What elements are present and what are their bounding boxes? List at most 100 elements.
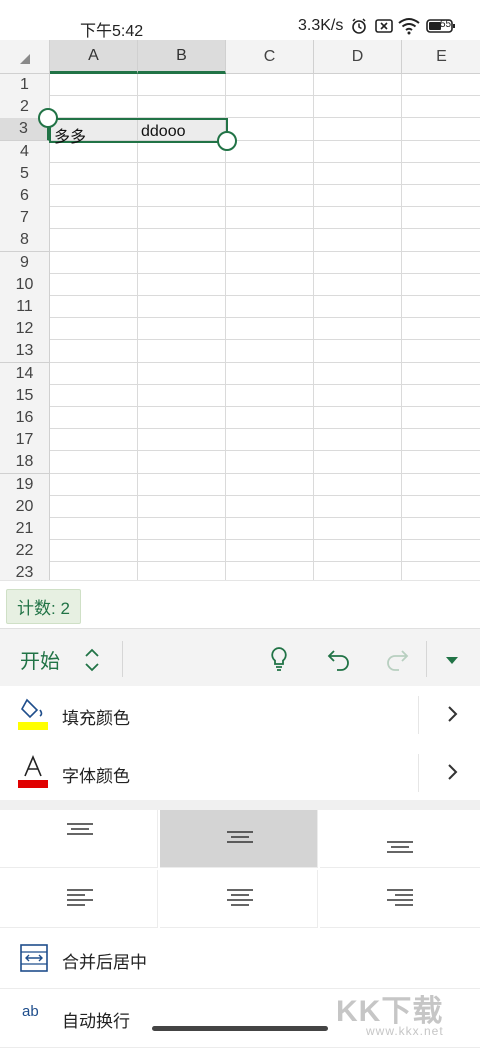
grid-line (50, 95, 480, 97)
wrap-text-icon: ab (22, 1003, 39, 1020)
row-header-17[interactable]: 17 (0, 429, 50, 453)
grid-line (137, 74, 138, 580)
grid-line (50, 383, 480, 385)
ribbon-tab-home[interactable]: 开始 (20, 645, 60, 674)
align-right-button[interactable] (320, 870, 480, 928)
select-all-corner[interactable] (0, 40, 50, 74)
home-indicator[interactable] (152, 1026, 328, 1031)
merge-center-icon (20, 944, 48, 977)
row-header-18[interactable]: 18 (0, 451, 50, 475)
row-header-13[interactable]: 13 (0, 340, 50, 364)
selection-handle-end[interactable] (217, 131, 237, 151)
row-header-21[interactable]: 21 (0, 518, 50, 541)
row-header-6[interactable]: 6 (0, 185, 50, 208)
redo-icon[interactable] (384, 645, 410, 678)
battery-level: 55 (440, 19, 452, 30)
row-divider (418, 696, 419, 734)
row-header-12[interactable]: 12 (0, 318, 50, 342)
toolbar-divider (122, 641, 123, 677)
row-header-4[interactable]: 4 (0, 140, 50, 164)
font-color-row[interactable]: 字体颜色 (0, 744, 480, 803)
row-header-19[interactable]: 19 (0, 473, 50, 497)
wifi-icon (398, 17, 420, 40)
network-speed: 3.3K/s (298, 17, 344, 34)
row-header-16[interactable]: 16 (0, 407, 50, 430)
align-bottom-icon (387, 841, 413, 853)
align-top-icon (67, 823, 93, 835)
chevron-right-icon[interactable] (446, 704, 458, 729)
merge-center-label: 合并后居中 (62, 953, 147, 972)
grid-line (50, 517, 480, 518)
grid-line (50, 361, 480, 363)
column-header-b[interactable]: B (138, 40, 226, 74)
grid-line (50, 406, 480, 407)
font-color-label: 字体颜色 (62, 767, 130, 786)
align-center-icon (227, 889, 253, 906)
align-top-button[interactable] (0, 810, 158, 868)
row-header-23[interactable]: 23 (0, 562, 50, 580)
grid-line (50, 494, 480, 496)
grid-line (50, 472, 480, 474)
row-header-20[interactable]: 20 (0, 495, 50, 519)
wrap-text-label: 自动换行 (62, 1012, 130, 1031)
grid-line (50, 272, 480, 274)
column-header-e[interactable]: E (402, 40, 480, 74)
sim-off-icon (374, 17, 394, 40)
count-badge: 计数: 2 (6, 589, 81, 624)
row-header-14[interactable]: 14 (0, 362, 50, 386)
column-header-a[interactable]: A (50, 40, 138, 74)
grid-line (50, 317, 480, 319)
section-gap (0, 800, 480, 810)
toolbar-divider (426, 641, 427, 677)
row-header-11[interactable]: 11 (0, 296, 50, 319)
grid-line (401, 74, 402, 580)
align-left-button[interactable] (0, 870, 158, 928)
align-middle-button[interactable] (160, 810, 318, 868)
cell-a3[interactable]: 多多 (54, 123, 86, 147)
row-header-8[interactable]: 8 (0, 229, 50, 253)
status-time: 下午5:42 (80, 23, 144, 40)
align-left-icon (67, 889, 93, 906)
undo-icon[interactable] (326, 645, 352, 678)
selection-handle-start[interactable] (38, 108, 58, 128)
grid-line (50, 539, 480, 541)
grid-line (313, 74, 314, 580)
font-color-icon (18, 754, 48, 793)
watermark-url: www.kkx.net (366, 1024, 444, 1038)
alarm-icon (350, 17, 368, 40)
grid-line (50, 295, 480, 296)
grid-line (50, 228, 480, 230)
grid-line (50, 206, 480, 208)
fill-color-label: 填充颜色 (62, 709, 130, 728)
lightbulb-icon[interactable] (268, 645, 290, 678)
row-header-15[interactable]: 15 (0, 384, 50, 408)
align-right-icon (387, 889, 413, 906)
align-bottom-button[interactable] (320, 810, 480, 868)
row-header-5[interactable]: 5 (0, 162, 50, 186)
row-header-7[interactable]: 7 (0, 207, 50, 231)
column-header-c[interactable]: C (226, 40, 314, 74)
align-center-button[interactable] (160, 870, 318, 928)
paint-bucket-icon (18, 696, 48, 735)
status-bar: 下午5:42 3.3K/s 55 (0, 0, 480, 40)
chevron-updown-icon[interactable] (82, 647, 102, 678)
row-header-10[interactable]: 10 (0, 273, 50, 297)
fill-color-row[interactable]: 填充颜色 (0, 686, 480, 745)
grid-line (50, 250, 480, 252)
grid-line (50, 184, 480, 185)
grid-line (50, 161, 480, 163)
cell-b3[interactable]: ddooo (141, 123, 186, 141)
grid-line (50, 450, 480, 452)
merge-center-row[interactable]: 合并后居中 (0, 930, 480, 989)
spreadsheet-grid[interactable]: ABCDE 1 2 3 4 5 6 7 8 9 10 11 12 13 14 15 16 17 18 19 20 21 2… (0, 40, 480, 580)
row-header-9[interactable]: 9 (0, 251, 50, 275)
column-header-d[interactable]: D (314, 40, 402, 74)
row-header-1[interactable]: 1 (0, 74, 50, 97)
dropdown-icon[interactable] (444, 653, 460, 671)
row-header-22[interactable]: 22 (0, 540, 50, 564)
chevron-right-icon[interactable] (446, 762, 458, 787)
watermark-logo: KK下载 www.kkx.net (336, 986, 443, 1038)
grid-line (50, 339, 480, 341)
grid-line (50, 561, 480, 563)
grid-line (50, 428, 480, 430)
